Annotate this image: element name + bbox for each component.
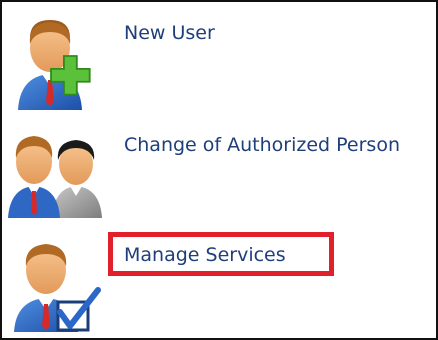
new-user-label: New User [124, 22, 215, 44]
change-authorized-person-item[interactable]: Change of Authorized Person [2, 114, 436, 226]
menu-panel: New User Change of Authorized Person Man… [0, 0, 438, 340]
manage-services-item[interactable]: Manage Services [2, 226, 436, 338]
user-check-icon [14, 244, 101, 332]
user-add-icon [18, 20, 91, 110]
users-change-icon [8, 136, 102, 218]
new-user-item[interactable]: New User [2, 2, 436, 114]
manage-services-label: Manage Services [124, 244, 286, 266]
change-authorized-person-label: Change of Authorized Person [124, 134, 400, 156]
